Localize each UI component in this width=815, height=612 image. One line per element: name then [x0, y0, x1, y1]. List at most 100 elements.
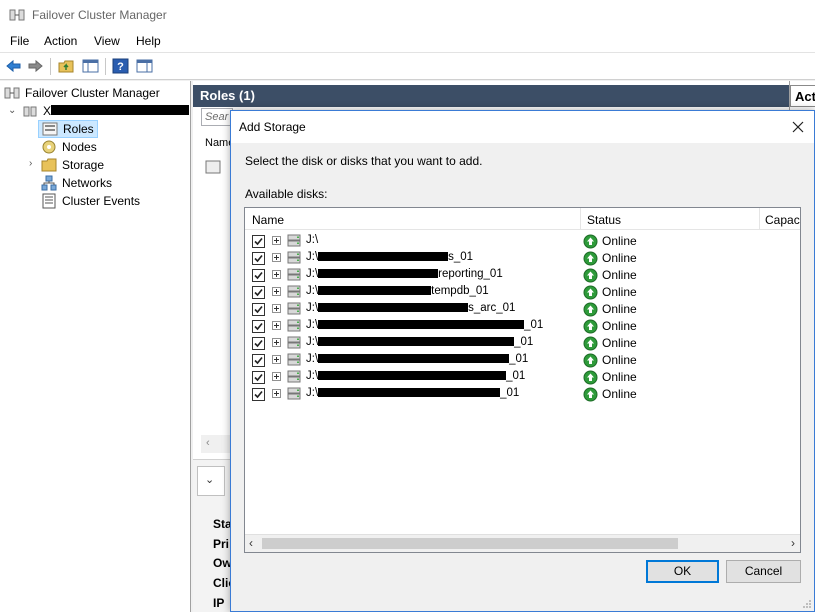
disk-row[interactable]: J:\ _01 Online — [245, 386, 800, 403]
disk-name: J:\ _01 — [306, 319, 543, 331]
scrollbar-thumb[interactable] — [262, 538, 678, 549]
disk-row[interactable]: J:\ Online — [245, 233, 800, 250]
disk-row[interactable]: J:\ s_arc_01 Online — [245, 301, 800, 318]
redaction-bar — [318, 337, 515, 347]
tree-item-nodes[interactable]: Nodes — [41, 138, 97, 156]
expand-plus-icon[interactable] — [272, 372, 281, 381]
checkmark-icon — [254, 322, 263, 331]
menu-help[interactable]: Help — [136, 34, 161, 48]
disk-status: Online — [602, 251, 637, 265]
expand-plus-icon[interactable] — [272, 304, 281, 313]
disk-row[interactable]: J:\ _01 Online — [245, 352, 800, 369]
disk-path-prefix: J:\ — [306, 268, 319, 280]
disk-name: J:\ _01 — [306, 387, 519, 399]
scroll-left-icon[interactable]: ‹ — [249, 536, 253, 550]
menu-action[interactable]: Action — [44, 34, 77, 48]
tree-item-cluster-events[interactable]: Cluster Events — [41, 192, 140, 210]
back-arrow-icon[interactable] — [5, 58, 22, 74]
cluster-events-icon — [42, 193, 56, 209]
online-up-arrow-icon — [583, 302, 598, 317]
disk-checkbox[interactable] — [252, 252, 265, 265]
nodes-icon — [42, 140, 56, 154]
expand-plus-icon[interactable] — [272, 389, 281, 398]
disk-checkbox[interactable] — [252, 371, 265, 384]
expand-plus-icon[interactable] — [272, 287, 281, 296]
disk-checkbox[interactable] — [252, 337, 265, 350]
disk-row[interactable]: J:\ reporting_01 Online — [245, 267, 800, 284]
redaction-bar — [318, 320, 525, 330]
collapse-details-button[interactable]: ⌄ — [197, 466, 225, 496]
up-folder-icon[interactable] — [58, 58, 75, 74]
disk-checkbox[interactable] — [252, 388, 265, 401]
disk-drive-icon — [287, 353, 301, 366]
online-up-arrow-icon — [583, 268, 598, 283]
tree-item-networks[interactable]: Networks — [41, 174, 112, 192]
disk-list-horizontal-scrollbar[interactable]: ‹ › — [245, 534, 800, 552]
disk-row[interactable]: J:\ tempdb_01 Online — [245, 284, 800, 301]
tree-cluster-node[interactable]: X — [22, 102, 190, 120]
toolbar-separator — [105, 58, 106, 75]
disk-checkbox[interactable] — [252, 269, 265, 282]
forward-arrow-icon[interactable] — [27, 58, 44, 74]
resize-grip-icon[interactable] — [802, 599, 812, 609]
disk-row[interactable]: J:\ _01 Online — [245, 335, 800, 352]
disk-path-suffix: _01 — [500, 387, 520, 399]
disk-status: Online — [602, 302, 637, 316]
menu-view[interactable]: View — [94, 34, 120, 48]
disk-path-suffix: _01 — [506, 370, 526, 382]
menu-file[interactable]: File — [10, 34, 29, 48]
detail-label: Sta — [213, 517, 232, 531]
disk-name: J:\ tempdb_01 — [306, 285, 489, 297]
show-hide-action-pane-icon[interactable] — [136, 58, 153, 74]
roles-header: Roles (1) — [193, 85, 789, 107]
column-header-name[interactable]: Name — [252, 213, 284, 227]
expand-plus-icon[interactable] — [272, 355, 281, 364]
expand-plus-icon[interactable] — [272, 321, 281, 330]
disk-path-prefix: J:\ — [306, 319, 319, 331]
disk-path-prefix: J:\ — [306, 234, 319, 246]
disk-checkbox[interactable] — [252, 303, 265, 316]
dialog-instruction: Select the disk or disks that you want t… — [245, 154, 483, 168]
disk-status: Online — [602, 336, 637, 350]
disk-drive-icon — [287, 319, 301, 332]
checkmark-icon — [254, 356, 263, 365]
disk-row[interactable]: J:\ s_01 Online — [245, 250, 800, 267]
disk-status: Online — [602, 319, 637, 333]
expand-plus-icon[interactable] — [272, 338, 281, 347]
help-icon[interactable]: ? — [112, 58, 129, 74]
disk-row[interactable]: J:\ _01 Online — [245, 369, 800, 386]
cancel-button[interactable]: Cancel — [726, 560, 801, 583]
column-header-capacity[interactable]: Capaci — [765, 213, 800, 227]
expand-plus-icon[interactable] — [272, 270, 281, 279]
disk-checkbox[interactable] — [252, 235, 265, 248]
show-hide-console-tree-icon[interactable] — [82, 58, 99, 74]
column-divider[interactable] — [580, 208, 581, 230]
disk-checkbox[interactable] — [252, 320, 265, 333]
disk-row[interactable]: J:\ _01 Online — [245, 318, 800, 335]
close-icon[interactable] — [786, 115, 810, 139]
disk-checkbox[interactable] — [252, 286, 265, 299]
roles-search-input[interactable]: Sear — [201, 108, 233, 126]
redaction-bar — [318, 354, 510, 364]
scroll-left-icon[interactable]: ‹ — [206, 437, 210, 449]
ok-button[interactable]: OK — [646, 560, 719, 583]
chevron-right-icon[interactable]: › — [29, 158, 32, 169]
disk-checkbox[interactable] — [252, 354, 265, 367]
expand-plus-icon[interactable] — [272, 236, 281, 245]
disk-drive-icon — [287, 268, 301, 281]
redaction-bar — [318, 388, 501, 398]
tree-root[interactable]: Failover Cluster Manager — [4, 84, 160, 102]
disk-status: Online — [602, 285, 637, 299]
checkmark-icon — [254, 271, 263, 280]
disk-status: Online — [602, 268, 637, 282]
expand-plus-icon[interactable] — [272, 253, 281, 262]
disk-name: J:\ _01 — [306, 370, 525, 382]
column-divider[interactable] — [759, 208, 760, 230]
column-header-status[interactable]: Status — [587, 213, 621, 227]
chevron-down-icon[interactable]: ⌄ — [8, 105, 16, 116]
tree-item-roles[interactable]: Roles — [38, 120, 98, 138]
disk-drive-icon — [287, 370, 301, 383]
online-up-arrow-icon — [583, 387, 598, 402]
scroll-right-icon[interactable]: › — [791, 536, 795, 550]
tree-item-storage[interactable]: Storage — [41, 156, 104, 174]
